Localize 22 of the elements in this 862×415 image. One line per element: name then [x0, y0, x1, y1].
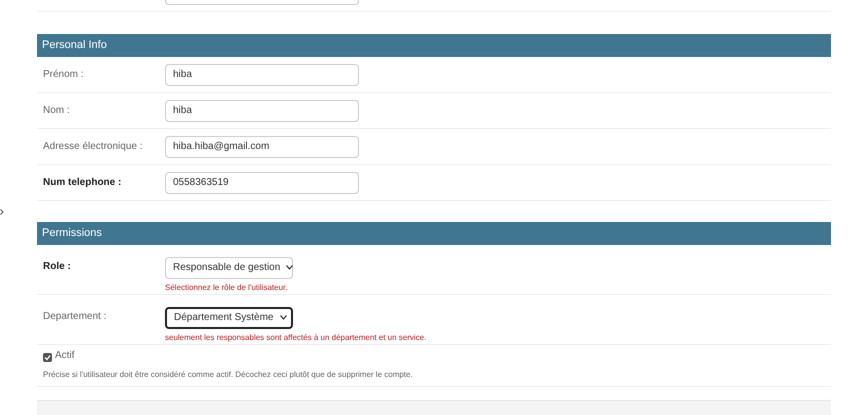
field-label: Prénom : — [43, 68, 85, 82]
select-dropdown[interactable]: Département Système — [165, 306, 293, 328]
field-label: Actif — [55, 349, 74, 363]
checkbox[interactable] — [43, 353, 52, 362]
help-text: Sélectionnez le rôle de l'utilisateur. — [165, 282, 288, 294]
field-label: Adresse électronique : — [43, 140, 144, 154]
section-header: Permissions — [37, 222, 831, 245]
section-header: Personal Info — [37, 34, 831, 57]
input-field[interactable]: 0558363519 — [165, 172, 359, 194]
select-dropdown[interactable]: Responsable de gestion — [165, 256, 293, 278]
input-field[interactable]: hiba — [165, 64, 359, 86]
field-label: Departement : — [43, 310, 108, 324]
input-field[interactable]: hiba — [165, 100, 359, 122]
help-text: seulement les responsables sont affectés à un département et un service. — [165, 332, 426, 344]
chevron-down-icon — [286, 265, 294, 270]
chevron-down-icon — [280, 315, 286, 320]
field-label: Num telephone : — [43, 176, 122, 190]
field-label: Nom : — [43, 104, 71, 118]
input-field[interactable]: hiba.hiba@gmail.com — [165, 136, 359, 158]
chevron-icon — [0, 209, 4, 215]
help-text: Précise si l'utilisateur doit être considéré comme actif. Décochez ceci plutôt que de supprimer le compte. — [43, 369, 414, 381]
field-label: Role : — [43, 260, 72, 274]
